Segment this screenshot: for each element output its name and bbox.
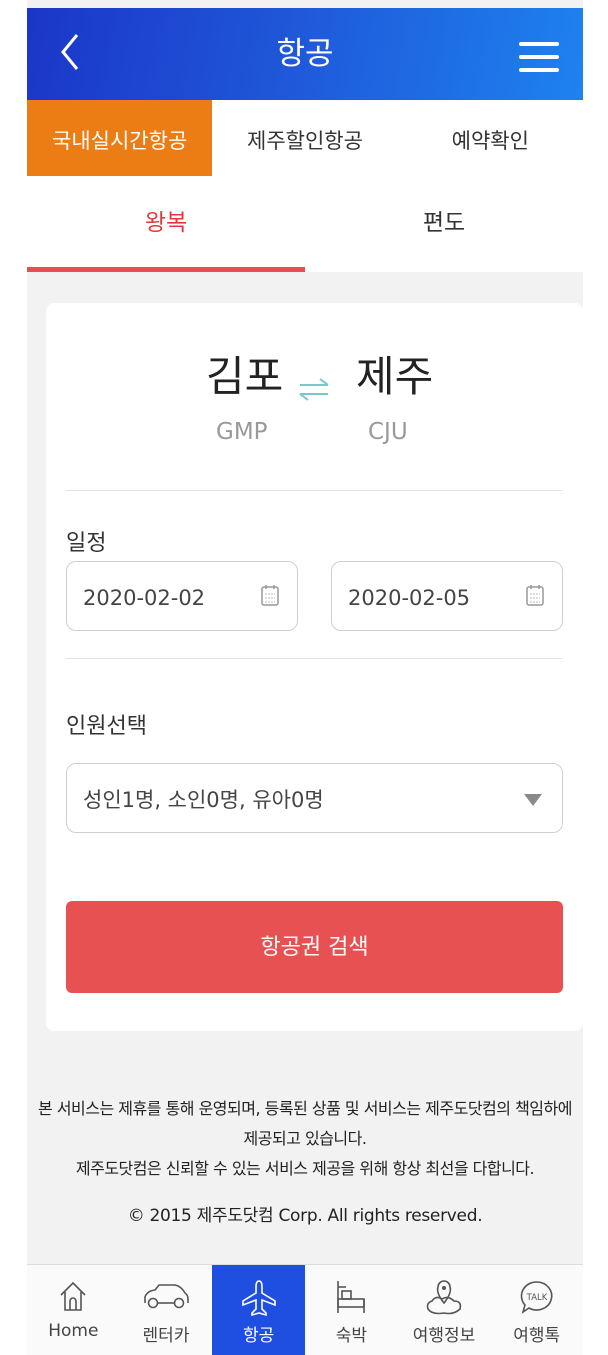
nav-label: 항공: [243, 1326, 275, 1346]
calendar-icon: [261, 585, 279, 606]
nav-label: 숙박: [335, 1326, 367, 1346]
app-screen: 항공 국내실시간항공 제주할인항공 예약확인 왕복 편도 김포 GMP 제주 C…: [27, 0, 583, 1355]
nav-label: 렌터카: [142, 1326, 190, 1346]
depart-date-field[interactable]: 2020-02-02: [66, 561, 298, 631]
page-title: 항공: [276, 36, 334, 72]
arrival-code: CJU: [368, 419, 408, 445]
hamburger-icon: [519, 42, 559, 46]
passenger-value: 성인1명, 소인0명, 유아0명: [83, 788, 324, 812]
departure-city[interactable]: 김포: [206, 343, 283, 404]
tab-domestic-realtime[interactable]: 국내실시간항공: [27, 100, 213, 176]
round-trip-tab[interactable]: 왕복: [27, 176, 305, 272]
copyright-text: © 2015 제주도닷컴 Corp. All rights reserved.: [127, 1206, 483, 1226]
nav-label: 여행톡: [513, 1326, 561, 1346]
nav-lodging[interactable]: 숙박: [305, 1265, 398, 1355]
route-selector: 김포 GMP 제주 CJU: [46, 303, 583, 491]
talk-bubble-icon: TALK: [520, 1281, 553, 1314]
arrival-city[interactable]: 제주: [356, 343, 433, 404]
home-icon: [60, 1281, 86, 1311]
tab-reservation-check[interactable]: 예약확인: [398, 100, 583, 176]
passenger-select[interactable]: 성인1명, 소인0명, 유아0명: [66, 763, 563, 833]
passenger-label: 인원선택: [66, 714, 147, 739]
divider: [66, 658, 563, 659]
bed-icon: [337, 1281, 366, 1313]
footer-line: 제주도닷컴은 신뢰할 수 있는 서비스 제공을 위해 항상 최선을 다합니다.: [75, 1159, 535, 1178]
airplane-icon: [241, 1280, 276, 1317]
footer-notice: 본 서비스는 제휴를 통해 운영되며, 등록된 상품 및 서비스는 제주도닷컴의…: [27, 1094, 583, 1184]
one-way-tab[interactable]: 편도: [305, 176, 583, 272]
search-card: 김포 GMP 제주 CJU 일정 2020-02-02 2020-02-05 인…: [46, 303, 583, 1031]
tab-jeju-discount[interactable]: 제주할인항공: [212, 100, 397, 176]
nav-rentcar[interactable]: 렌터카: [120, 1265, 213, 1355]
nav-label: 여행정보: [412, 1326, 476, 1346]
bottom-navigation: Home 렌터카 항공 숙박 여행정보 TALK 여행톡: [27, 1264, 583, 1355]
map-pin-icon: [426, 1280, 462, 1315]
departure-code: GMP: [216, 419, 268, 445]
svg-text:TALK: TALK: [525, 1293, 547, 1303]
schedule-label: 일정: [66, 531, 107, 556]
depart-date-value: 2020-02-02: [83, 586, 206, 610]
caret-down-icon: [524, 794, 542, 806]
return-date-value: 2020-02-05: [348, 586, 471, 610]
search-flights-button[interactable]: 항공권 검색: [66, 901, 563, 993]
nav-travel-talk[interactable]: TALK 여행톡: [490, 1265, 583, 1355]
trip-type-selector: 왕복 편도: [27, 176, 583, 272]
divider: [66, 490, 563, 491]
swap-icon[interactable]: [296, 375, 332, 405]
nav-home[interactable]: Home: [27, 1265, 120, 1355]
footer-line: 제공되고 있습니다.: [243, 1129, 367, 1148]
nav-travel-info[interactable]: 여행정보: [398, 1265, 491, 1355]
return-date-field[interactable]: 2020-02-05: [331, 561, 563, 631]
footer-line: 본 서비스는 제휴를 통해 운영되며, 등록된 상품 및 서비스는 제주도닷컴의…: [38, 1099, 572, 1118]
car-icon: [144, 1284, 189, 1309]
service-tabs: 국내실시간항공 제주할인항공 예약확인: [27, 100, 583, 176]
nav-flight[interactable]: 항공: [212, 1265, 306, 1355]
nav-label: Home: [48, 1321, 99, 1341]
menu-button[interactable]: [519, 42, 559, 72]
calendar-icon: [526, 585, 544, 606]
top-header: 항공: [27, 8, 583, 100]
